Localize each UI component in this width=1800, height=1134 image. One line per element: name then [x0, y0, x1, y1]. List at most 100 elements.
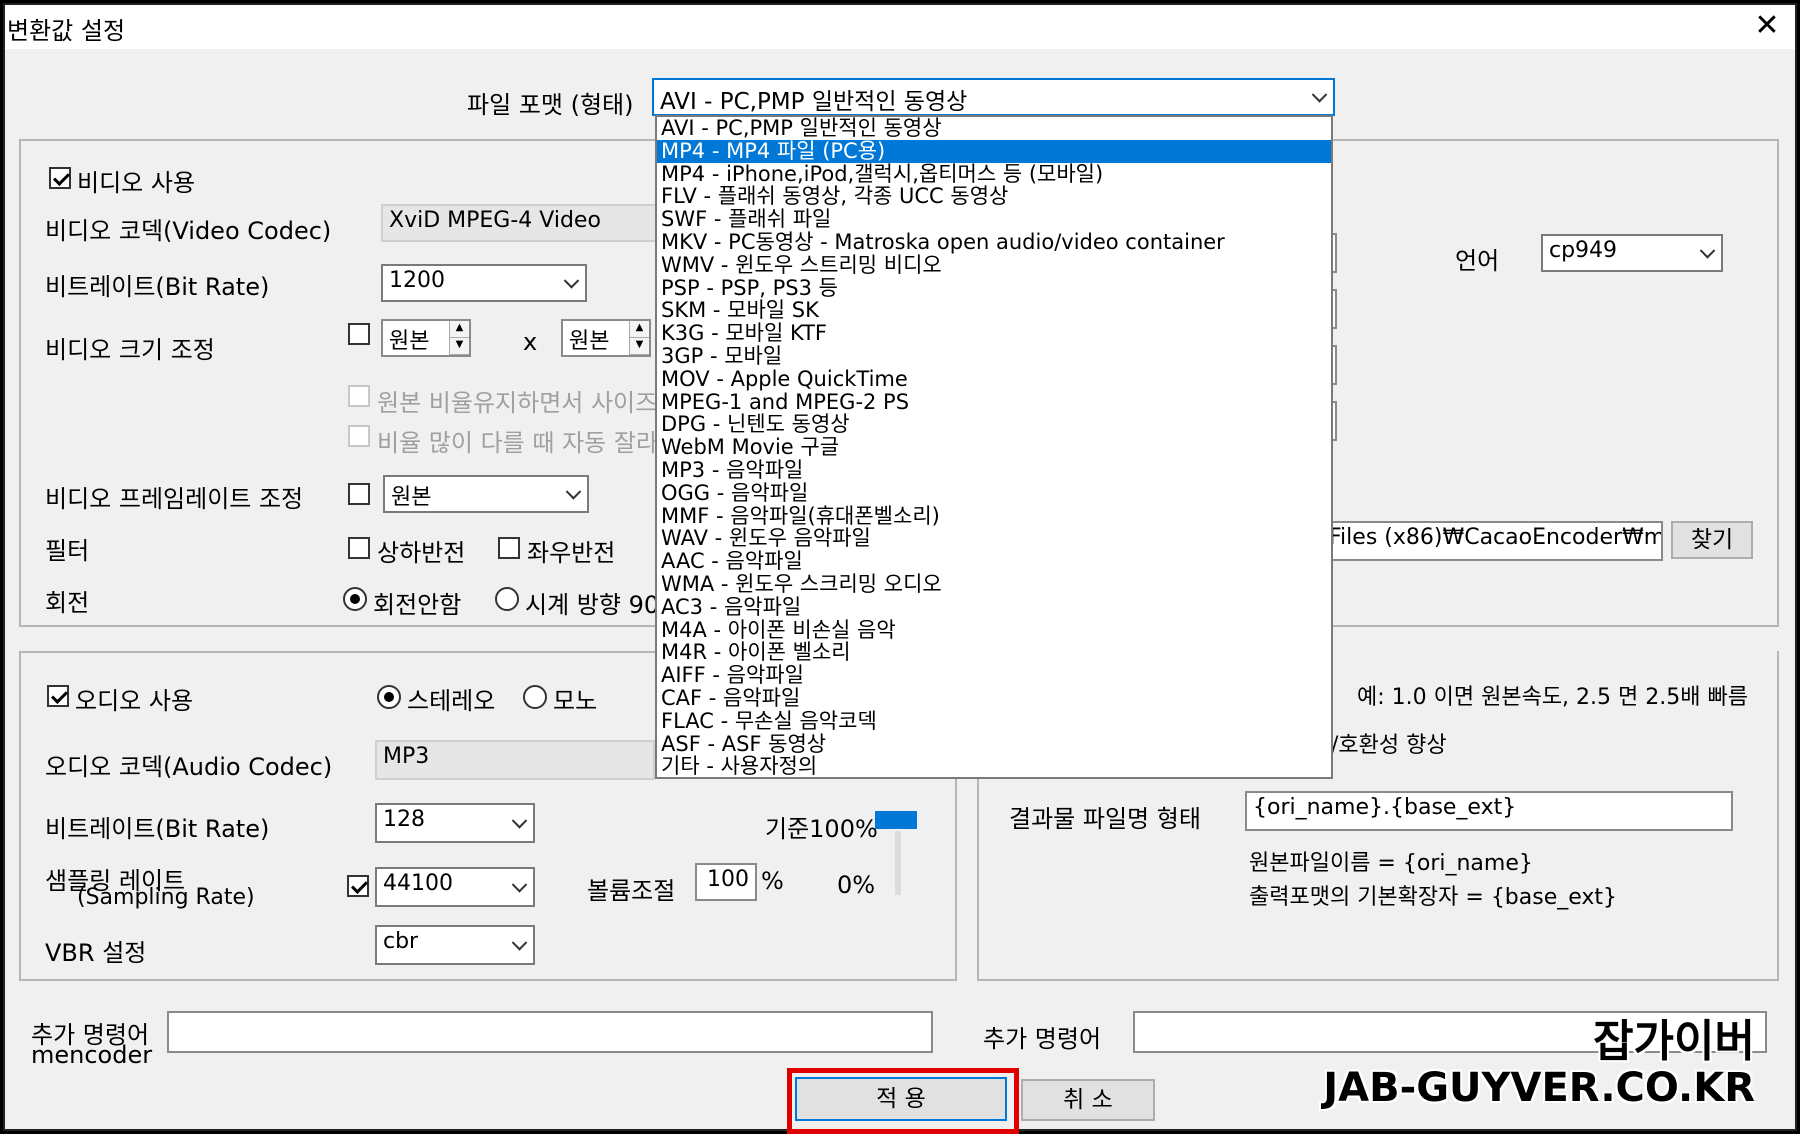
volume-slider-track[interactable]: [895, 831, 901, 895]
format-option[interactable]: MOV - Apple QuickTime: [657, 367, 1331, 391]
browse-button[interactable]: 찾기: [1671, 521, 1753, 559]
keep-ratio-checkbox[interactable]: [348, 385, 370, 407]
sampling-select[interactable]: 44100: [375, 867, 535, 907]
height-spin[interactable]: ▲ ▼: [629, 321, 649, 355]
format-option[interactable]: WAV - 윈도우 음악파일: [657, 527, 1331, 550]
chevron-down-icon: [511, 935, 528, 951]
format-option[interactable]: WebM Movie 구글: [657, 436, 1331, 459]
format-option[interactable]: MMF - 음악파일(휴대폰벨소리): [657, 504, 1331, 528]
format-option[interactable]: AIFF - 음악파일: [657, 664, 1331, 687]
video-codec-label: 비디오 코덱(Video Codec): [45, 217, 332, 245]
window-title: 변환값 설정: [7, 17, 126, 45]
volume-percent: %: [761, 867, 784, 895]
format-dropdown-list[interactable]: AVI - PC,PMP 일반적인 동영상 MP4 - MP4 파일 (PC용) M…: [655, 115, 1333, 779]
format-option[interactable]: FLAC - 무손실 음악코덱: [657, 709, 1331, 733]
format-option[interactable]: CAF - 음악파일: [657, 687, 1331, 710]
audio-bitrate-select[interactable]: 128: [375, 803, 535, 843]
format-option[interactable]: 기타 - 사용자정의: [657, 755, 1331, 777]
volume-input[interactable]: 100: [695, 863, 757, 901]
format-select[interactable]: AVI - PC,PMP 일반적인 동영상: [652, 78, 1335, 116]
sampling-value: 44100: [383, 871, 453, 896]
path-input[interactable]: Files (x86)₩CacaoEncoder₩m: [1323, 521, 1663, 561]
extra-command-label-2: 추가 명령어: [983, 1025, 1102, 1053]
height-stepper[interactable]: 원본 ▲ ▼: [561, 319, 651, 357]
format-option[interactable]: MKV - PC동영상 - Matroska open audio/video …: [657, 231, 1331, 254]
sampling-label-sub: (Sampling Rate): [77, 885, 255, 910]
stereo-radio[interactable]: [377, 685, 401, 709]
chevron-down-icon: [1699, 243, 1716, 259]
format-option[interactable]: OGG - 음악파일: [657, 481, 1331, 505]
title-bar: 변환값 설정 ✕: [5, 5, 1795, 49]
format-option[interactable]: FLV - 플래쉬 동영상, 각종 UCC 동영상: [657, 185, 1331, 208]
output-name-value: {ori_name}.{base_ext}: [1253, 795, 1517, 820]
format-option[interactable]: MPEG-1 and MPEG-2 PS: [657, 390, 1331, 414]
format-option[interactable]: ASF - ASF 동영상: [657, 732, 1331, 756]
help-base-ext: 출력포맷의 기본확장자 = {base_ext}: [1249, 885, 1618, 910]
audio-codec-value: MP3: [383, 744, 430, 769]
compat-hint: /호환성 향상: [1331, 733, 1447, 758]
close-icon[interactable]: ✕: [1747, 5, 1787, 49]
apply-highlight-box: [787, 1068, 1019, 1134]
format-option[interactable]: M4R - 아이폰 벨소리: [657, 641, 1331, 664]
format-option[interactable]: AVI - PC,PMP 일반적인 동영상: [657, 117, 1331, 140]
rotate-none-label: 회전안함: [373, 591, 462, 619]
rotate-cw-radio[interactable]: [495, 587, 519, 611]
chevron-down-icon: [565, 484, 582, 500]
width-stepper[interactable]: 원본 ▲ ▼: [381, 319, 471, 357]
settings-dialog: 변환값 설정 ✕ 파일 포맷 (형태) AVI - PC,PMP 일반적인 동영…: [3, 3, 1797, 1134]
auto-crop-checkbox[interactable]: [348, 425, 370, 447]
rotate-none-radio[interactable]: [343, 587, 367, 611]
video-resize-checkbox[interactable]: [348, 323, 370, 345]
keep-ratio-label: 원본 비율유지하면서 사이즈: [377, 389, 658, 417]
video-bitrate-label: 비트레이트(Bit Rate): [45, 273, 270, 301]
audio-codec-select[interactable]: MP3: [375, 740, 655, 780]
format-option[interactable]: WMV - 윈도우 스트리밍 비디오: [657, 253, 1331, 277]
format-option[interactable]: K3G - 모바일 KTF: [657, 322, 1331, 345]
format-option[interactable]: MP4 - MP4 파일 (PC용): [657, 139, 1331, 163]
format-option[interactable]: AC3 - 음악파일: [657, 595, 1331, 619]
mono-radio[interactable]: [523, 685, 547, 709]
cancel-button[interactable]: 취 소: [1021, 1079, 1155, 1121]
video-resize-label: 비디오 크기 조정: [45, 336, 215, 364]
format-option[interactable]: M4A - 아이폰 비손실 음악: [657, 618, 1331, 642]
watermark-url: JAB-GUYVER.CO.KR: [1323, 1065, 1755, 1111]
video-use-checkbox[interactable]: [49, 167, 71, 189]
video-codec-select[interactable]: XviD MPEG-4 Video: [381, 204, 657, 242]
sampling-checkbox[interactable]: [347, 875, 369, 897]
volume-label: 볼륨조절: [587, 877, 676, 905]
output-name-label: 결과물 파일명 형태: [1009, 805, 1201, 833]
flip-h-checkbox[interactable]: [498, 537, 520, 559]
framerate-checkbox[interactable]: [348, 483, 370, 505]
zero-label: 0%: [837, 871, 876, 899]
format-option[interactable]: MP3 - 음악파일: [657, 459, 1331, 482]
vbr-select[interactable]: cbr: [375, 925, 535, 965]
format-option[interactable]: AAC - 음악파일: [657, 550, 1331, 573]
format-option[interactable]: DPG - 닌텐도 동영상: [657, 413, 1331, 436]
framerate-label: 비디오 프레임레이트 조정: [45, 485, 304, 513]
video-bitrate-select[interactable]: 1200: [381, 264, 587, 302]
format-option[interactable]: 3GP - 모바일: [657, 345, 1331, 368]
width-spin[interactable]: ▲ ▼: [449, 321, 469, 355]
output-name-input[interactable]: {ori_name}.{base_ext}: [1245, 791, 1733, 831]
flip-v-checkbox[interactable]: [348, 537, 370, 559]
vbr-value: cbr: [383, 929, 419, 954]
extra-command-input-1[interactable]: [167, 1011, 933, 1053]
format-option[interactable]: WMA - 윈도우 스크리밍 오디오: [657, 573, 1331, 596]
language-select[interactable]: cp949: [1541, 234, 1723, 272]
language-label: 언어: [1455, 247, 1500, 275]
format-option[interactable]: MP4 - iPhone,iPod,갤럭시,옵티머스 등 (모바일): [657, 162, 1331, 186]
format-option[interactable]: SWF - 플래쉬 파일: [657, 208, 1331, 231]
framerate-select[interactable]: 원본: [383, 475, 589, 513]
size-separator: x: [523, 328, 538, 356]
format-label: 파일 포맷 (형태): [467, 91, 634, 119]
audio-use-checkbox[interactable]: [47, 685, 69, 707]
volume-slider-thumb[interactable]: [875, 811, 917, 829]
extra-command-sublabel: mencoder: [31, 1041, 153, 1069]
format-option[interactable]: PSP - PSP, PS3 등: [657, 276, 1331, 300]
video-codec-value: XviD MPEG-4 Video: [389, 208, 601, 233]
chevron-down-icon: [511, 813, 528, 829]
mono-label: 모노: [553, 687, 598, 715]
framerate-value: 원본: [391, 485, 432, 510]
path-value: Files (x86)₩CacaoEncoder₩m: [1329, 525, 1663, 550]
format-option[interactable]: SKM - 모바일 SK: [657, 299, 1331, 322]
